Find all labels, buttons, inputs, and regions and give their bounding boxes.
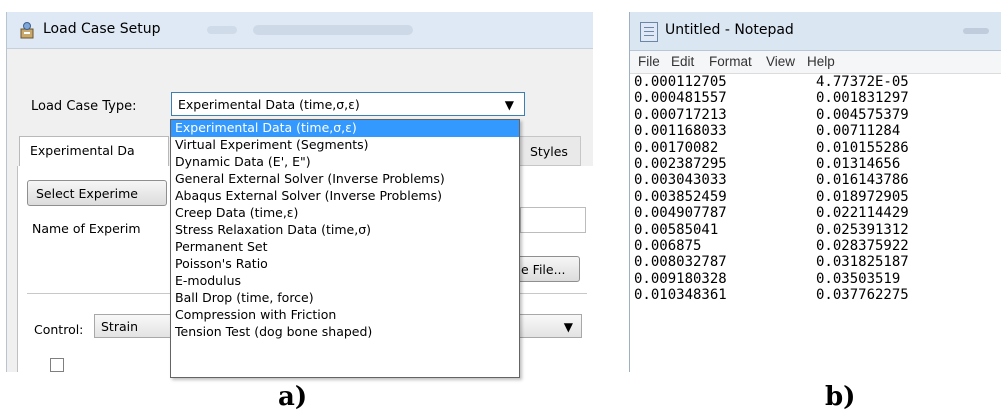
tab-styles[interactable]: Styles [517, 136, 581, 166]
measurement-value: 0.016143786 [816, 172, 909, 189]
measurement-value: 0.022114429 [816, 205, 909, 222]
text-line: 0.000717213 0.004575379 [632, 107, 1001, 123]
menu-bar: File Edit Format View Help [630, 51, 1001, 74]
window-title: Load Case Setup [43, 21, 161, 37]
dropdown-option[interactable]: Compression with Friction [171, 307, 519, 324]
control-value: Strain [101, 319, 139, 334]
dropdown-option[interactable]: Experimental Data (time,σ,ε) [171, 120, 519, 137]
measurement-value: 0.028375922 [816, 237, 909, 254]
time-value: 0.003852459 [634, 188, 727, 205]
figure-caption-a: a) [278, 382, 308, 412]
text-line: 0.00170082 0.010155286 [632, 140, 1001, 156]
measurement-value: 0.00711284 [816, 123, 901, 140]
dropdown-option[interactable]: Permanent Set [171, 239, 519, 256]
time-value: 0.009180328 [634, 270, 727, 287]
notepad-icon [640, 22, 658, 42]
title-bar: Untitled - Notepad [630, 12, 1001, 51]
dropdown-option[interactable]: E-modulus [171, 273, 519, 290]
chevron-down-icon[interactable]: ▼ [505, 98, 514, 112]
tab-experimental-data[interactable]: Experimental Da [19, 136, 169, 166]
experiment-name-field[interactable] [520, 207, 586, 233]
blurred-title-text [963, 28, 989, 34]
text-line: 0.000112705 4.77372E-05 [632, 74, 1001, 90]
time-value: 0.008032787 [634, 254, 727, 271]
window-title: Untitled - Notepad [665, 22, 794, 38]
menu-item-edit[interactable]: Edit [671, 54, 694, 69]
measurement-value: 0.031825187 [816, 254, 909, 271]
menu-item-view[interactable]: View [766, 54, 795, 69]
text-line: 0.003043033 0.016143786 [632, 172, 1001, 188]
time-value: 0.004907787 [634, 205, 727, 222]
menu-item-format[interactable]: Format [709, 54, 752, 69]
measurement-value: 0.037762275 [816, 287, 909, 304]
blurred-title-text [253, 25, 413, 35]
measurement-value: 0.004575379 [816, 106, 909, 123]
measurement-value: 0.01314656 [816, 155, 901, 172]
text-line: 0.010348361 0.037762275 [632, 287, 1001, 303]
load-case-type-value: Experimental Data (time,σ,ε) [178, 97, 360, 112]
time-value: 0.000717213 [634, 106, 727, 123]
dropdown-option[interactable]: Stress Relaxation Data (time,σ) [171, 222, 519, 239]
time-value: 0.001168033 [634, 123, 727, 140]
text-line: 0.000481557 0.001831297 [632, 90, 1001, 106]
load-case-type-label: Load Case Type: [31, 99, 137, 114]
text-line: 0.009180328 0.03503519 [632, 271, 1001, 287]
measurement-value: 0.010155286 [816, 139, 909, 156]
option-checkbox[interactable] [50, 358, 64, 372]
control-label: Control: [34, 322, 84, 337]
title-bar: Load Case Setup [7, 12, 593, 49]
time-value: 0.00170082 [634, 139, 719, 156]
text-line: 0.002387295 0.01314656 [632, 156, 1001, 172]
time-value: 0.010348361 [634, 287, 727, 304]
text-area[interactable]: 0.000112705 4.77372E-05 0.000481557 0.00183… [632, 74, 1001, 372]
load-case-type-dropdown-list: Experimental Data (time,σ,ε) Virtual Expe… [170, 119, 520, 378]
dropdown-option[interactable]: Creep Data (time,ε) [171, 205, 519, 222]
measurement-value: 0.03503519 [816, 270, 901, 287]
text-line: 0.004907787 0.022114429 [632, 205, 1001, 221]
dropdown-option[interactable]: Abaqus External Solver (Inverse Problems… [171, 188, 519, 205]
dropdown-option[interactable]: Virtual Experiment (Segments) [171, 137, 519, 154]
text-line: 0.00585041 0.025391312 [632, 222, 1001, 238]
text-line: 0.003852459 0.018972905 [632, 189, 1001, 205]
measurement-value: 0.025391312 [816, 221, 909, 238]
dropdown-option[interactable]: Ball Drop (time, force) [171, 290, 519, 307]
blurred-title-text [207, 26, 237, 34]
measurement-value: 0.018972905 [816, 188, 909, 205]
dropdown-option[interactable]: Dynamic Data (E', E") [171, 154, 519, 171]
chevron-down-icon[interactable]: ▼ [564, 320, 573, 334]
figure-caption-b: b) [825, 382, 856, 412]
time-value: 0.002387295 [634, 155, 727, 172]
measurement-value: 4.77372E-05 [816, 74, 909, 90]
time-value: 0.006875 [634, 237, 702, 254]
dropdown-option[interactable]: Tension Test (dog bone shaped) [171, 324, 519, 341]
measurement-value: 0.001831297 [816, 90, 909, 107]
time-value: 0.00585041 [634, 221, 719, 238]
experiment-name-label: Name of Experim [32, 221, 141, 236]
app-icon [20, 22, 34, 39]
time-value: 0.003043033 [634, 172, 727, 189]
text-line: 0.001168033 0.00711284 [632, 123, 1001, 139]
select-experiment-button[interactable]: Select Experime [27, 180, 167, 206]
text-line: 0.006875 0.028375922 [632, 238, 1001, 254]
notepad-window: Untitled - Notepad File Edit Format View Hel… [629, 12, 1001, 372]
load-case-type-select[interactable]: Experimental Data (time,σ,ε) ▼ [171, 92, 525, 116]
dropdown-option[interactable]: Poisson's Ratio [171, 256, 519, 273]
menu-item-file[interactable]: File [638, 54, 660, 69]
text-line: 0.008032787 0.031825187 [632, 254, 1001, 270]
menu-item-help[interactable]: Help [807, 54, 835, 69]
time-value: 0.000112705 [634, 74, 727, 90]
file-button[interactable]: e File... [512, 256, 580, 282]
time-value: 0.000481557 [634, 90, 727, 107]
dropdown-option[interactable]: General External Solver (Inverse Problem… [171, 171, 519, 188]
